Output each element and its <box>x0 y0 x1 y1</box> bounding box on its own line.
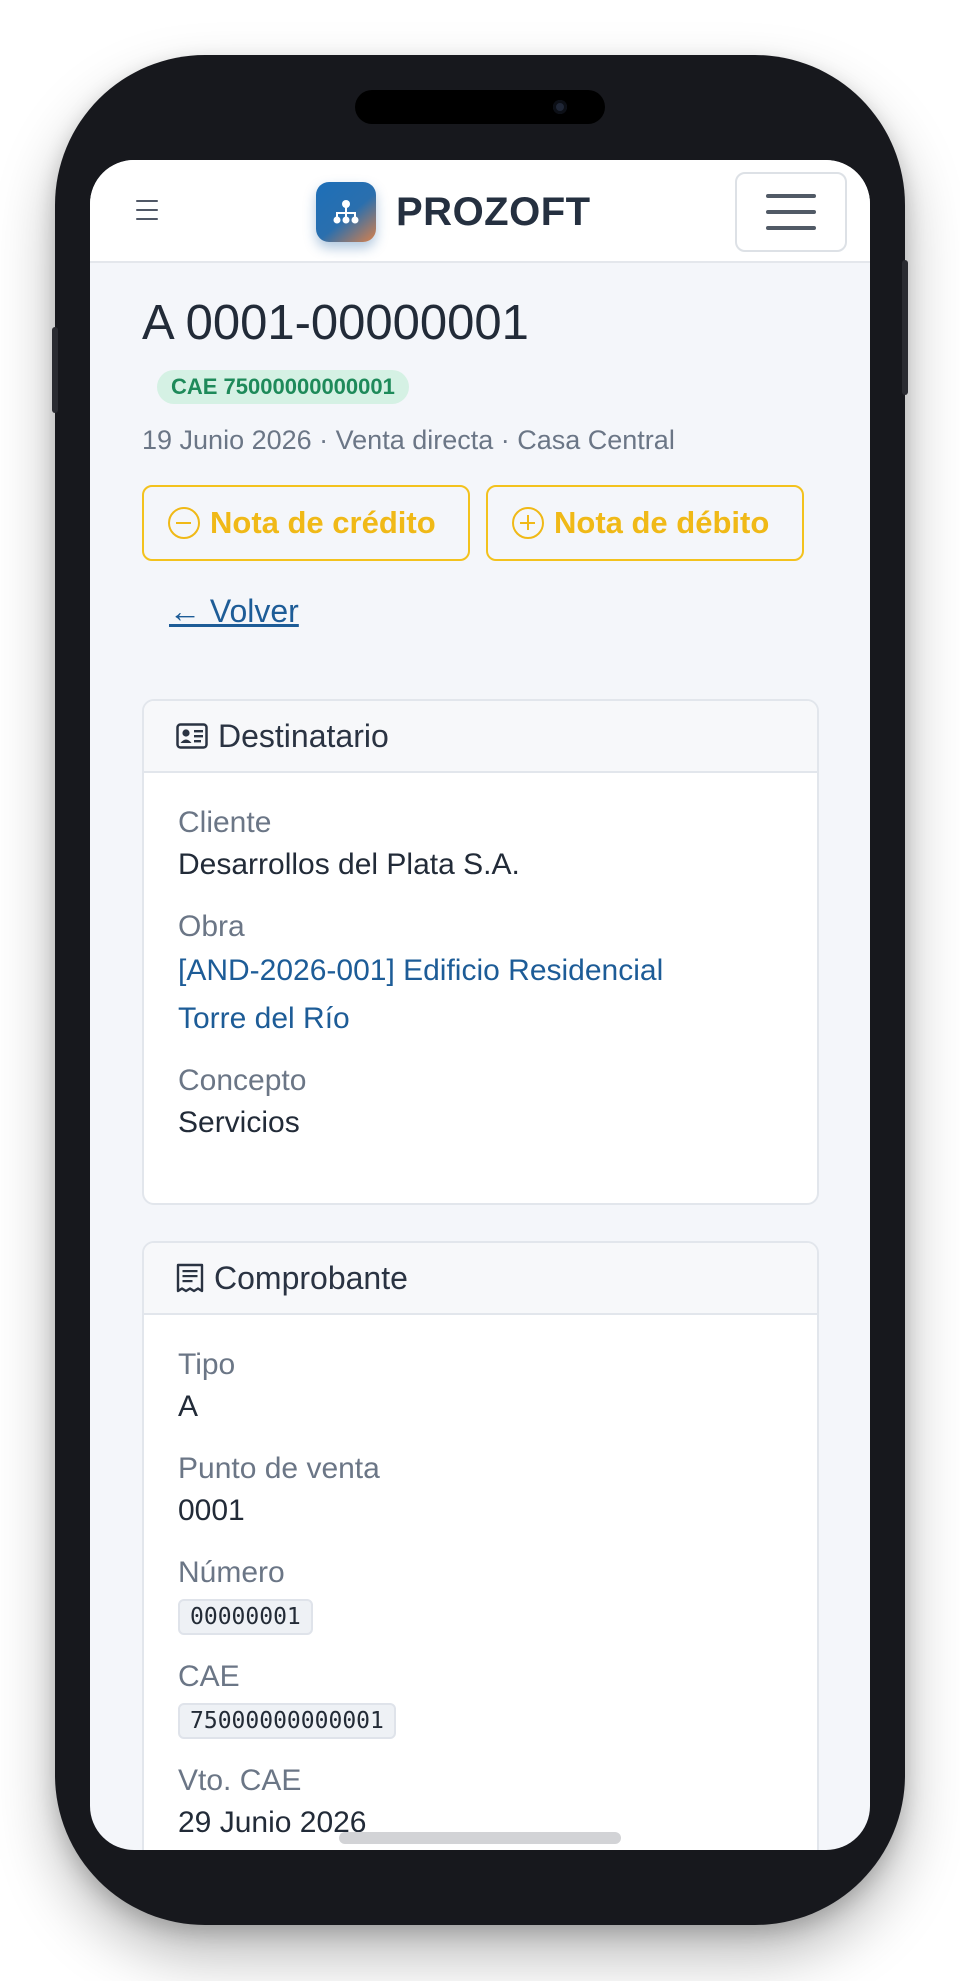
id-card-icon <box>176 723 208 749</box>
project-label: Obra <box>178 910 245 943</box>
navbar-toggle-button[interactable] <box>735 172 847 252</box>
concept-value: Servicios <box>178 1106 300 1139</box>
brand[interactable]: PROZOFT <box>316 182 591 242</box>
home-indicator <box>339 1832 621 1844</box>
dash-circle-icon <box>168 507 200 539</box>
recipient-card-title: Destinatario <box>218 717 389 754</box>
back-link[interactable]: ← Volver <box>169 593 299 630</box>
top-navbar: PROZOFT <box>90 160 870 263</box>
sidebar-menu-icon[interactable] <box>136 200 158 220</box>
page-title: A 0001-00000001 <box>142 296 529 350</box>
screen: PROZOFT A 0001-00000001 CAE 750000000000… <box>90 160 870 1850</box>
recipient-card: Destinatario Cliente Desarrollos del Pla… <box>142 699 819 1205</box>
phone-frame: PROZOFT A 0001-00000001 CAE 750000000000… <box>52 55 908 1925</box>
recipient-card-body: Cliente Desarrollos del Plata S.A. Obra … <box>144 773 817 1185</box>
volume-button <box>52 327 58 413</box>
project-link[interactable]: [AND-2026-001] Edificio Residencial Torr… <box>178 947 783 1043</box>
project-link-line-1: [AND-2026-001] Edificio Residencial <box>178 954 664 987</box>
cae-value: 75000000000001 <box>178 1703 396 1739</box>
voucher-card-body: Tipo A Punto de venta 0001 Número 000000… <box>144 1315 817 1850</box>
project-link-line-2: Torre del Río <box>178 1002 350 1035</box>
plus-circle-icon <box>512 507 544 539</box>
camera-icon <box>553 100 567 114</box>
debit-note-button[interactable]: Nota de débito <box>486 485 804 561</box>
notch <box>355 90 605 124</box>
credit-note-button[interactable]: Nota de crédito <box>142 485 470 561</box>
type-value: A <box>178 1390 199 1423</box>
credit-note-label: Nota de crédito <box>210 505 436 540</box>
recipient-card-header: Destinatario <box>144 701 817 773</box>
receipt-icon <box>176 1263 204 1293</box>
brand-name: PROZOFT <box>396 189 591 234</box>
client-value: Desarrollos del Plata S.A. <box>178 848 520 881</box>
cae-badge: CAE 75000000000001 <box>157 370 409 404</box>
voucher-card-header: Comprobante <box>144 1243 817 1315</box>
power-button <box>902 260 908 395</box>
voucher-card: Comprobante Tipo A Punto de venta 0001 N… <box>142 1241 819 1850</box>
cae-expiration-label: Vto. CAE <box>178 1764 302 1797</box>
voucher-card-title: Comprobante <box>214 1259 408 1296</box>
point-of-sale-value: 0001 <box>178 1494 245 1527</box>
cae-label: CAE <box>178 1660 240 1693</box>
type-label: Tipo <box>178 1348 236 1381</box>
invoice-meta: 19 Junio 2026 · Venta directa · Casa Cen… <box>142 425 675 455</box>
debit-note-label: Nota de débito <box>554 505 770 540</box>
number-label: Número <box>178 1556 285 1589</box>
concept-label: Concepto <box>178 1064 307 1097</box>
point-of-sale-label: Punto de venta <box>178 1452 380 1485</box>
client-label: Cliente <box>178 806 272 839</box>
org-chart-icon <box>316 182 376 242</box>
number-value: 00000001 <box>178 1599 313 1635</box>
